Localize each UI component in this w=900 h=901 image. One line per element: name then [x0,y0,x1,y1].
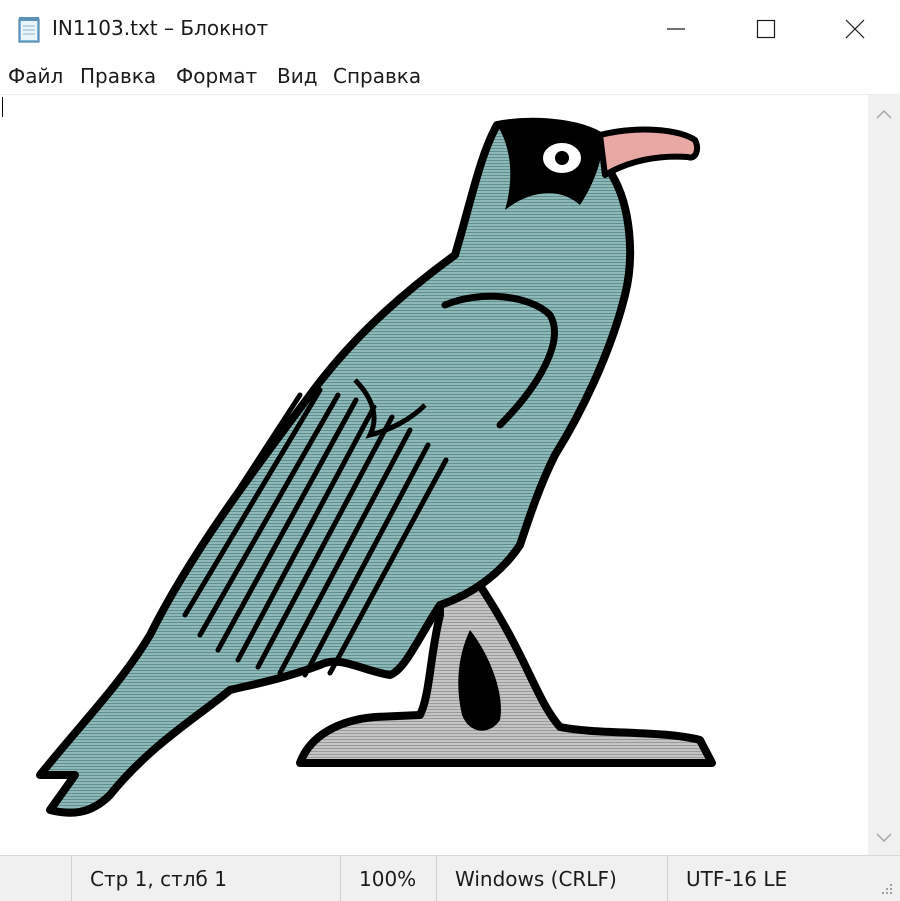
menu-file[interactable]: Файл [8,64,63,88]
menu-edit[interactable]: Правка [80,64,156,88]
status-cursor-position: Стр 1, стлб 1 [71,856,340,901]
status-bar: Стр 1, стлб 1 100% Windows (CRLF) UTF-16… [0,855,900,901]
window-title: IN1103.txt – Блокнот [52,16,269,40]
status-line-endings: Windows (CRLF) [436,856,667,901]
minimize-icon [666,19,686,39]
menu-format[interactable]: Формат [176,64,257,88]
vertical-scrollbar[interactable] [868,95,900,855]
status-encoding: UTF-16 LE [667,856,868,901]
ascii-art-bird [36,117,716,817]
menu-help[interactable]: Справка [333,64,421,88]
chevron-up-icon [876,104,892,123]
scroll-up-button[interactable] [868,95,900,131]
maximize-button[interactable] [720,0,812,58]
close-icon [845,19,865,39]
title-bar[interactable]: IN1103.txt – Блокнот [0,0,900,58]
menu-bar: Файл Правка Формат Вид Справка [0,60,900,95]
menu-view[interactable]: Вид [277,64,318,88]
minimize-button[interactable] [630,0,722,58]
close-button[interactable] [810,0,900,58]
resize-grip-icon[interactable] [876,878,894,896]
notepad-icon [17,15,43,43]
scroll-down-button[interactable] [868,819,900,855]
chevron-down-icon [876,828,892,847]
text-editor[interactable] [0,95,868,855]
status-zoom: 100% [340,856,436,901]
maximize-icon [756,19,776,39]
